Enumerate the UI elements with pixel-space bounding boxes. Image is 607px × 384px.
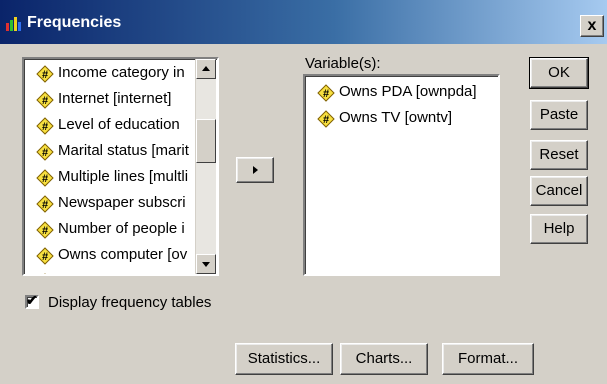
variable-label: Marital status [marit — [58, 142, 189, 159]
svg-text:#: # — [42, 199, 48, 211]
svg-text:#: # — [42, 95, 48, 107]
nominal-variable-icon: # — [36, 221, 54, 239]
nominal-variable-icon: # — [36, 273, 54, 274]
nominal-variable-icon: # — [36, 169, 54, 187]
title-bar[interactable]: Frequencies x — [0, 0, 607, 44]
svg-text:#: # — [42, 251, 48, 263]
arrow-up-icon — [202, 66, 210, 71]
paste-button[interactable]: Paste — [530, 100, 588, 130]
close-icon: x — [587, 17, 597, 34]
statistics-button[interactable]: Statistics... — [235, 343, 333, 375]
scroll-up-button[interactable] — [196, 59, 216, 79]
variable-label: Owns TV [owntv] — [339, 109, 453, 126]
spss-app-icon — [6, 17, 21, 31]
variable-label: Level of education — [58, 116, 180, 133]
source-variable-list[interactable]: # Owns fax machine # Owns computer [ov # Numb… — [22, 57, 219, 276]
scroll-thumb[interactable] — [196, 119, 216, 163]
nominal-variable-icon: # — [317, 84, 335, 102]
frequencies-dialog: Frequencies x # Owns fax machine # Owns com… — [0, 0, 607, 384]
variable-label: Newspaper subscri — [58, 194, 186, 211]
target-variable-list[interactable]: # Owns TV [owntv] # Owns PDA [ownpda] — [303, 74, 500, 276]
svg-text:#: # — [42, 121, 48, 133]
nominal-variable-icon: # — [36, 247, 54, 265]
move-to-variables-button[interactable] — [236, 157, 274, 183]
svg-text:#: # — [42, 225, 48, 237]
nominal-variable-icon: # — [36, 91, 54, 109]
variable-label: Income category in — [58, 64, 185, 81]
display-frequency-tables-checkbox[interactable]: ✔ — [25, 292, 39, 309]
nominal-variable-icon: # — [317, 110, 335, 128]
source-list-scrollbar[interactable] — [195, 59, 216, 274]
arrow-down-icon — [202, 262, 210, 267]
variables-label: Variable(s): — [305, 55, 381, 72]
display-frequency-tables-label[interactable]: Display frequency tables — [48, 294, 211, 311]
format-button[interactable]: Format... — [442, 343, 534, 375]
close-button[interactable]: x — [580, 15, 604, 37]
nominal-variable-icon: # — [36, 117, 54, 135]
window-title: Frequencies — [27, 14, 122, 31]
variable-label: Multiple lines [multli — [58, 168, 189, 185]
nominal-variable-icon: # — [36, 143, 54, 161]
variable-label: Owns PDA [ownpda] — [339, 83, 477, 100]
charts-button[interactable]: Charts... — [340, 343, 428, 375]
cancel-button[interactable]: Cancel — [530, 176, 588, 206]
arrow-right-icon — [253, 166, 258, 174]
variable-label: Owns fax machine — [58, 272, 181, 274]
variable-label: Owns computer [ov — [58, 246, 188, 263]
svg-text:#: # — [42, 173, 48, 185]
nominal-variable-icon: # — [36, 195, 54, 213]
svg-text:#: # — [323, 88, 329, 100]
svg-text:#: # — [42, 147, 48, 159]
svg-text:#: # — [42, 69, 48, 81]
nominal-variable-icon: # — [36, 65, 54, 83]
variable-label: Number of people i — [58, 220, 185, 237]
scroll-down-button[interactable] — [196, 254, 216, 274]
svg-text:#: # — [323, 114, 329, 126]
ok-button[interactable]: OK — [529, 57, 589, 89]
help-button[interactable]: Help — [530, 214, 588, 244]
reset-button[interactable]: Reset — [530, 140, 588, 170]
variable-label: Internet [internet] — [58, 90, 172, 107]
checkmark-icon: ✔ — [26, 292, 38, 308]
